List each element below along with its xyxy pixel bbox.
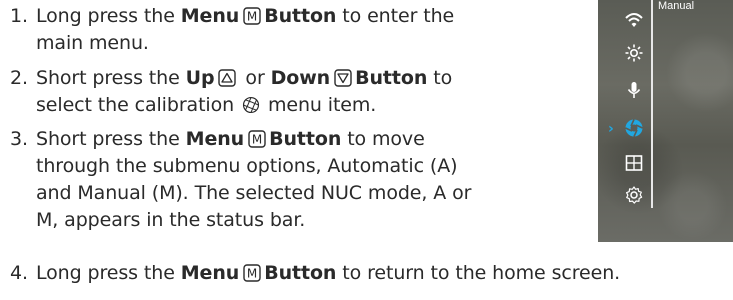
step-number: 4. bbox=[10, 262, 28, 284]
step-text: select the calibration bbox=[36, 94, 241, 116]
step-text: and Manual (M). The selected NUC mode, A… bbox=[36, 182, 472, 204]
down-key-icon bbox=[334, 69, 352, 87]
key-suffix: Button bbox=[269, 128, 342, 150]
grid-icon bbox=[624, 153, 644, 173]
key-name: Menu bbox=[185, 128, 245, 150]
step-text: to move bbox=[341, 128, 425, 150]
up-key-icon bbox=[218, 69, 237, 87]
step-text: or bbox=[239, 67, 271, 89]
step-number: 2. bbox=[10, 67, 28, 89]
calibration-icon bbox=[624, 118, 644, 138]
step-number: 3. bbox=[10, 128, 28, 150]
instruction-page: 1. Long press the Menu M Button to enter th… bbox=[0, 0, 733, 300]
step-number: 1. bbox=[10, 5, 28, 27]
microphone-icon bbox=[624, 80, 644, 100]
step-text: menu item. bbox=[262, 94, 377, 116]
step-text: to bbox=[427, 67, 453, 89]
selection-cursor: › bbox=[608, 121, 614, 137]
menu-divider bbox=[651, 0, 653, 208]
step-text: main menu. bbox=[36, 32, 149, 54]
thermal-background bbox=[598, 0, 733, 242]
key-name: Menu bbox=[180, 5, 240, 27]
device-screen: Manual › bbox=[598, 0, 733, 242]
status-label: Manual bbox=[658, 0, 695, 12]
menu-key-letter: M bbox=[247, 10, 257, 24]
step-text: Long press the bbox=[36, 262, 181, 284]
key-name: Menu bbox=[180, 262, 240, 284]
sun-icon bbox=[624, 43, 644, 63]
menu-key-letter: M bbox=[252, 133, 262, 147]
step-text: M, appears in the status bar. bbox=[36, 209, 306, 231]
menu-key-icon: M bbox=[243, 264, 261, 282]
step-3: 3. Short press the Menu M Button to move th… bbox=[10, 126, 595, 234]
calibration-icon bbox=[242, 96, 260, 114]
step-1: 1. Long press the Menu M Button to enter th… bbox=[10, 3, 595, 57]
step-text: through the submenu options, Automatic (… bbox=[36, 155, 458, 177]
step-text: Short press the bbox=[36, 128, 186, 150]
wifi-icon bbox=[624, 10, 644, 30]
menu-key-letter: M bbox=[247, 267, 257, 281]
key-suffix: Button bbox=[355, 67, 428, 89]
key-suffix: Button bbox=[264, 5, 337, 27]
step-2: 2. Short press the Up or Down Button to se… bbox=[10, 65, 595, 119]
key-suffix: Button bbox=[264, 262, 337, 284]
menu-key-icon: M bbox=[243, 7, 261, 25]
step-text: Long press the bbox=[36, 5, 181, 27]
step-text: to enter the bbox=[336, 5, 455, 27]
step-text: Short press the bbox=[36, 67, 186, 89]
settings-gear-icon bbox=[624, 185, 644, 205]
key-name: Down bbox=[270, 67, 331, 89]
key-name: Up bbox=[185, 67, 215, 89]
step-4: 4. Long press the Menu M Button to return t… bbox=[10, 260, 730, 287]
step-text: to return to the home screen. bbox=[336, 262, 621, 284]
menu-key-icon: M bbox=[248, 130, 266, 148]
